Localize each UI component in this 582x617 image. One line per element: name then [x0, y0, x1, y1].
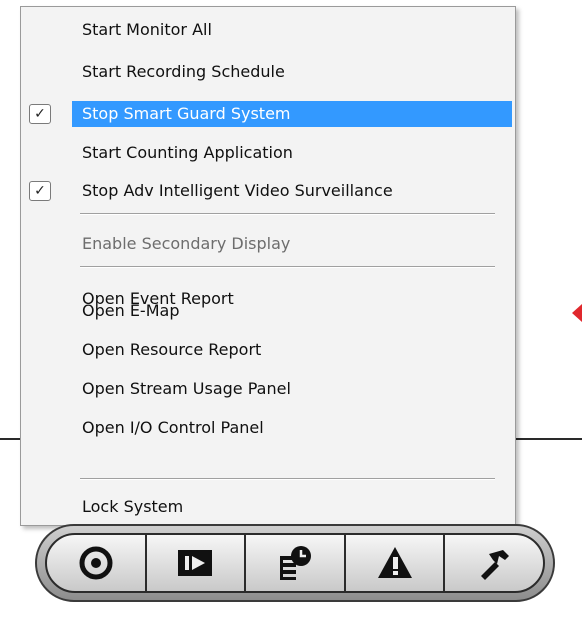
schedule-icon [279, 546, 311, 580]
menu-item-open-resource-report[interactable]: Open Resource Report [72, 337, 512, 363]
menu-item-stop-smart-guard-system[interactable]: Stop Smart Guard System [72, 101, 512, 127]
context-menu: Start Monitor All Start Recording Schedu… [20, 6, 516, 526]
record-button[interactable] [47, 535, 147, 591]
menu-separator [80, 478, 495, 480]
playback-icon [178, 550, 213, 576]
tools-icon [481, 550, 510, 580]
menu-item-open-e-map[interactable]: Open E-Map [72, 298, 512, 324]
menu-item-stop-adv-intelligent-video-surveillance[interactable]: Stop Adv Intelligent Video Surveillance [72, 178, 512, 204]
menu-item-open-io-control-panel[interactable]: Open I/O Control Panel [72, 415, 512, 441]
playback-button[interactable] [147, 535, 247, 591]
menu-item-enable-secondary-display: Enable Secondary Display [82, 234, 291, 253]
record-icon [79, 546, 113, 580]
red-pointer-arrow [572, 304, 582, 322]
alert-icon [377, 547, 412, 578]
checkmark-icon: ✓ [29, 104, 51, 124]
menu-item-start-recording-schedule[interactable]: Start Recording Schedule [72, 59, 512, 85]
menu-item-open-stream-usage-panel[interactable]: Open Stream Usage Panel [72, 376, 512, 402]
menu-separator [80, 213, 495, 215]
alert-button[interactable] [346, 535, 446, 591]
menu-item-start-monitor-all[interactable]: Start Monitor All [72, 17, 512, 43]
toolbar-button-group [45, 533, 545, 593]
checkmark-icon: ✓ [29, 181, 51, 201]
menu-item-start-counting-application[interactable]: Start Counting Application [72, 140, 512, 166]
menu-item-lock-system[interactable]: Lock System [72, 494, 512, 520]
background-window-edge [512, 438, 582, 440]
schedule-button[interactable] [246, 535, 346, 591]
menu-separator [80, 266, 495, 268]
tools-button[interactable] [445, 535, 543, 591]
bottom-toolbar [35, 524, 555, 602]
